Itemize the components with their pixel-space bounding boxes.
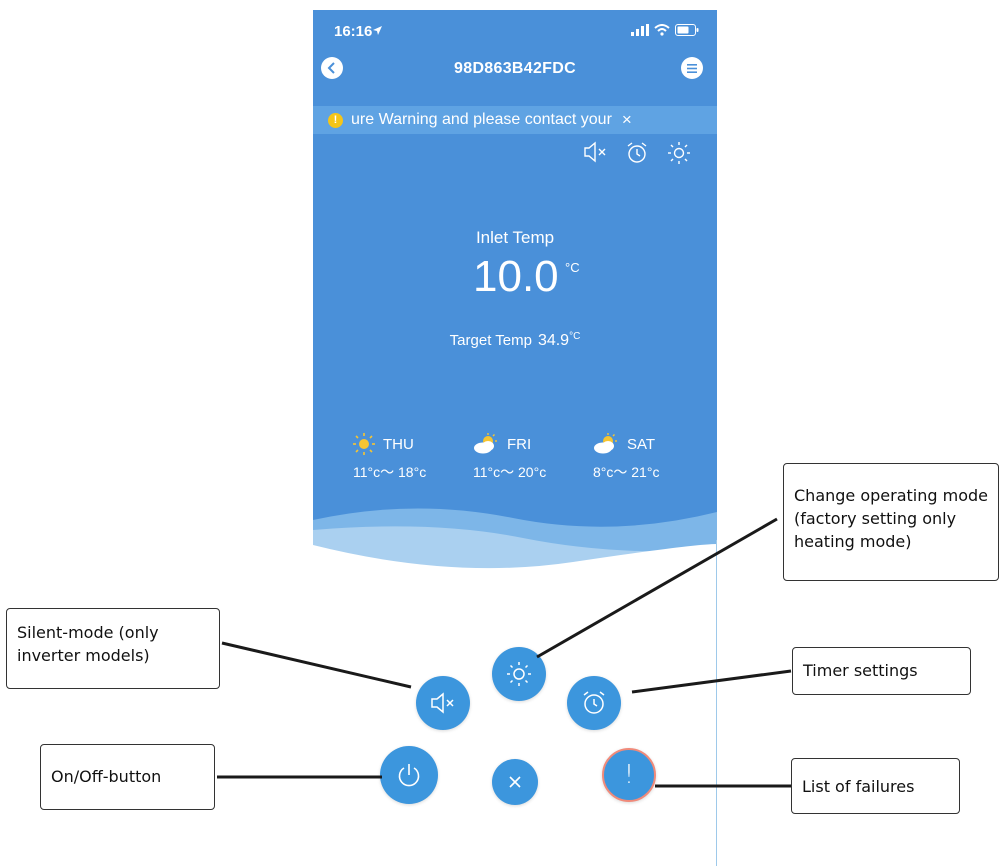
power-icon — [398, 764, 420, 787]
battery-icon — [675, 24, 699, 36]
callout-operating-mode: Change operating mode (factory setting o… — [783, 463, 999, 581]
sun-icon — [353, 433, 375, 455]
wave-decoration — [313, 508, 717, 580]
close-icon — [509, 776, 521, 788]
target-temp[interactable]: Target Temp 34.9°C — [313, 331, 717, 350]
mute-icon — [431, 692, 454, 714]
target-temp-unit: °C — [569, 331, 581, 342]
power-button[interactable] — [380, 746, 438, 804]
status-time: 16:16 — [334, 23, 373, 40]
callout-on-off: On/Off-button — [40, 744, 215, 810]
warning-close-button[interactable]: × — [622, 110, 632, 130]
forecast-day: FRI 11°c～ 20°c — [473, 432, 583, 482]
location-arrow-icon — [373, 26, 382, 35]
alarm-clock-icon[interactable] — [625, 141, 649, 165]
forecast-range: 11°c～ 18°c — [353, 464, 427, 480]
alert-icon: ! — [623, 760, 635, 790]
inlet-temp-value: 10.0 — [473, 252, 559, 301]
wifi-icon — [654, 24, 670, 36]
sun-mode-icon[interactable] — [667, 141, 691, 165]
forecast-day: SAT 8°c～ 21°c — [593, 432, 693, 482]
forecast-range: 11°c～ 20°c — [473, 464, 547, 480]
forecast-range: 8°c～ 21°c — [593, 464, 660, 480]
warning-banner: ! ure Warning and please contact your × — [313, 106, 717, 134]
quick-status-icons — [583, 141, 691, 165]
warning-text: ure Warning and please contact your — [351, 111, 612, 128]
phone-edge — [716, 540, 717, 866]
failures-button[interactable]: ! — [602, 748, 656, 802]
inlet-temp-label: Inlet Temp — [475, 228, 555, 247]
sun-mode-icon — [507, 662, 531, 686]
forecast-day-name: THU — [383, 435, 414, 453]
close-button[interactable] — [492, 759, 538, 805]
weather-forecast: THU 11°c～ 18°c FRI 11°c～ 20°c SAT 8°c～ 2… — [353, 432, 693, 482]
silent-mode-button[interactable] — [416, 676, 470, 730]
alarm-clock-icon — [583, 691, 605, 714]
menu-button[interactable] — [681, 57, 703, 79]
callout-timer: Timer settings — [792, 647, 971, 695]
partly-cloudy-icon — [594, 433, 617, 454]
forecast-day: THU 11°c～ 18°c — [353, 432, 463, 482]
timer-button[interactable] — [567, 676, 621, 730]
forecast-day-name: FRI — [507, 435, 532, 453]
status-bar: 16:16 — [313, 10, 717, 54]
callout-failures: List of failures — [791, 758, 960, 814]
target-temp-label: Target Temp — [449, 332, 532, 349]
system-icons — [631, 24, 699, 36]
mute-icon[interactable] — [583, 141, 607, 163]
partly-cloudy-icon — [474, 433, 497, 454]
target-temp-value: 34.9 — [537, 332, 570, 349]
phone-screen: 16:16 98D863B42FDC ! ure Warning and ple… — [313, 10, 717, 866]
forecast-day-name: SAT — [627, 435, 656, 453]
warning-icon: ! — [328, 112, 343, 128]
inlet-temp-unit: °C — [565, 260, 580, 275]
menu-icon — [687, 63, 697, 73]
signal-icon — [631, 24, 649, 36]
mode-button[interactable] — [492, 647, 546, 701]
page-title: 98D863B42FDC — [454, 60, 576, 77]
callout-silent-mode: Silent-mode (only inverter models) — [6, 608, 220, 689]
